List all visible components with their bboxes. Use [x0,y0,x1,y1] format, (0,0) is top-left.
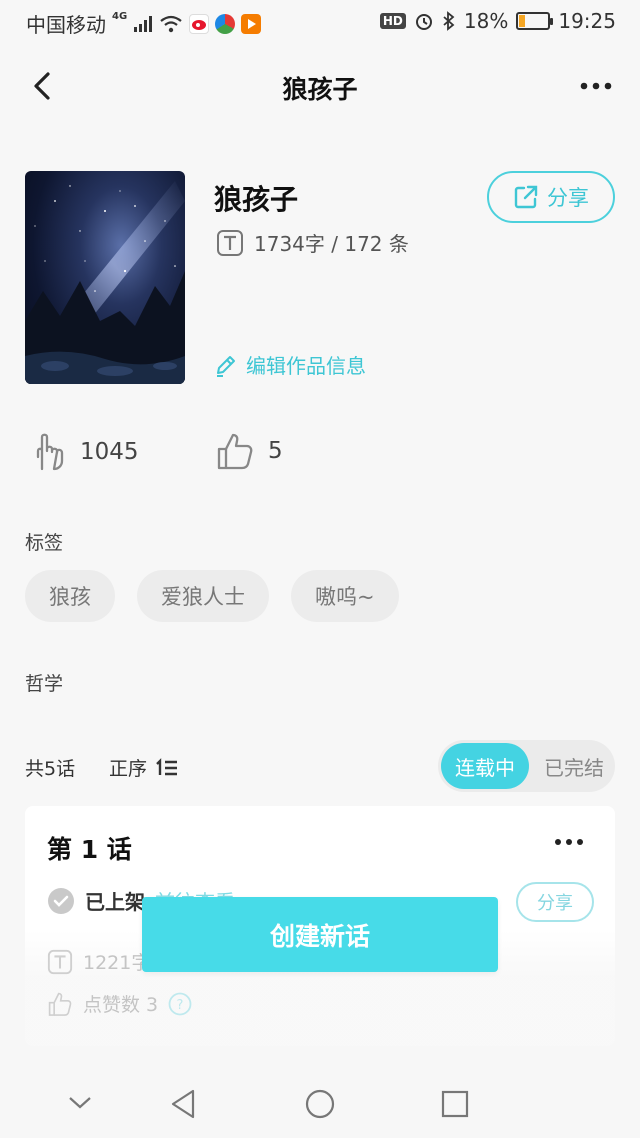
text-t-icon [47,949,73,974]
signal-icon [134,15,153,32]
weibo-app-icon [189,13,210,34]
back-triangle-icon[interactable] [168,1088,198,1120]
wifi-icon [160,15,182,32]
chapter-likes-text: 点赞数 3 [83,994,159,1016]
toggle-ongoing[interactable]: 连载中 [441,743,529,789]
battery-icon [516,12,554,30]
svg-text:?: ? [177,998,184,1013]
tag-chip[interactable]: 嗷呜~ [291,570,399,622]
thumbs-up-icon [217,433,253,470]
chevron-down-icon[interactable] [66,1092,94,1112]
more-horizontal-icon [580,82,612,90]
work-word-count: 1734字 / 172 条 [216,228,409,257]
serial-status-toggle[interactable]: 连载中 已完结 [438,740,615,792]
nav-bar: 狼孩子 [0,44,640,128]
edit-work-info-link[interactable]: 编辑作品信息 [214,350,366,379]
sort-label: 正序 [109,758,148,780]
read-stat: 1045 [28,431,139,473]
clock-time: 19:25 [558,9,616,33]
sort-order-button[interactable]: 正序 [109,754,179,781]
tag-chip[interactable]: 爱狼人士 [137,570,269,622]
status-right: HD 18% 19:25 [379,9,616,33]
tags-label: 标签 [25,532,64,554]
share-button[interactable]: 分享 [487,171,615,223]
cover-image[interactable] [25,171,185,384]
category-label: 哲学 [25,673,64,695]
more-horizontal-icon [555,839,583,845]
battery-percent: 18% [463,9,509,33]
help-circle-icon[interactable]: ? [168,992,192,1016]
toggle-completed[interactable]: 已完结 [534,743,614,789]
sort-ascending-icon [156,757,178,775]
hd-badge: HD [379,13,406,29]
more-button[interactable] [576,66,616,106]
read-count: 1045 [80,439,139,465]
cover-artwork [25,181,185,384]
alarm-icon [415,14,432,30]
chapter-share-button[interactable]: 分享 [516,882,594,922]
tag-chip[interactable]: 狼孩 [25,570,115,622]
thumbs-up-icon [48,992,72,1016]
home-circle-icon[interactable] [304,1088,336,1120]
like-count: 5 [268,438,283,464]
edit-pen-icon [217,355,235,377]
chapter-word-count-text: 1221字 [83,952,151,974]
system-nav-bar [0,1070,640,1138]
chapter-more-button[interactable] [553,832,585,852]
chapter-status: 已上架 [85,890,145,914]
page-title: 狼孩子 [282,75,358,104]
share-label: 分享 [547,186,589,210]
like-stat[interactable]: 5 [216,431,283,471]
browser-app-icon [215,13,236,34]
network-type: 4G [112,11,128,22]
check-circle-icon [48,887,74,914]
bluetooth-icon [443,11,455,31]
share-icon [514,185,538,209]
edit-work-info-label: 编辑作品信息 [246,354,366,378]
word-count-text: 1734字 / 172 条 [254,232,409,256]
pointing-hand-icon [36,433,64,471]
chapter-toolbar: 共5话 正序 连载中 已完结 [25,740,615,794]
create-chapter-button[interactable]: 创建新话 [142,897,498,972]
tag-list: 狼孩 爱狼人士 嗷呜~ [25,570,399,622]
chapter-count: 共5话 [25,758,76,780]
chapter-likes: 点赞数 3 ? [47,990,192,1017]
carrier-name: 中国移动 [26,13,106,37]
chapter-word-count: 1221字 [47,948,150,975]
chapter-title: 第 1 话 [47,835,132,864]
recents-square-icon[interactable] [441,1090,469,1118]
video-app-icon [241,13,262,34]
text-t-icon [217,229,243,256]
status-left: 中国移动 4G [26,9,262,38]
work-title: 狼孩子 [214,183,299,216]
status-bar: 中国移动 4G HD 18% 19:25 [0,0,640,44]
